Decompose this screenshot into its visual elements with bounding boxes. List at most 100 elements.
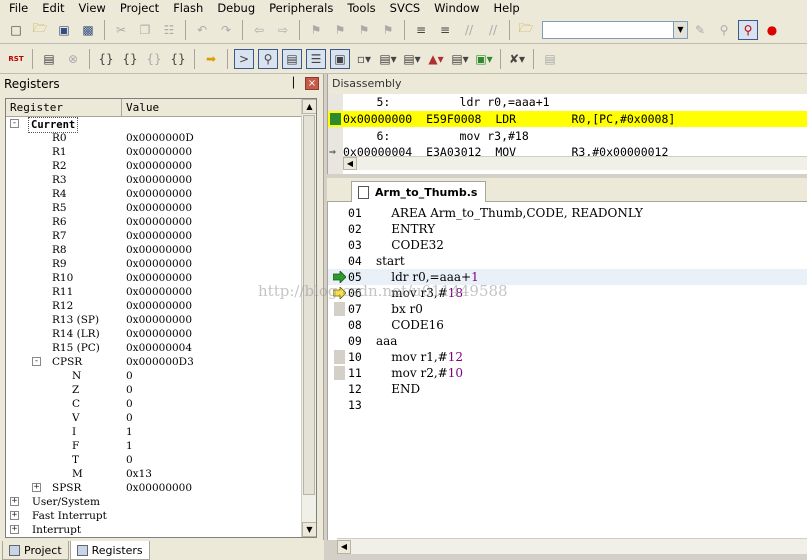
bookmark-prev-icon[interactable]: ⚑ (330, 20, 350, 40)
menu-file[interactable]: File (2, 0, 35, 16)
registers-window-icon[interactable]: ☰ (306, 48, 326, 69)
unindent-icon[interactable]: ≡ (435, 20, 455, 40)
register-value[interactable]: 0 (126, 453, 133, 467)
menu-help[interactable]: Help (487, 0, 527, 16)
register-row[interactable]: R0 0x0000000D (6, 131, 302, 145)
code-line[interactable]: 04 start (328, 253, 807, 269)
menu-edit[interactable]: Edit (35, 0, 71, 16)
column-value[interactable]: Value (122, 99, 159, 116)
register-row[interactable]: - CPSR 0x000000D3 (6, 355, 302, 369)
code-line[interactable]: 10 mov r1,#12 (328, 349, 807, 365)
debug-session-icon[interactable]: ⚲ (738, 19, 758, 40)
register-value[interactable]: 0x00000000 (126, 201, 192, 215)
step-over-icon[interactable]: {} (120, 49, 140, 69)
register-value[interactable]: 0 (126, 411, 133, 425)
register-row[interactable]: C0 (6, 397, 302, 411)
register-value[interactable]: 0x000000D3 (126, 355, 194, 369)
register-row[interactable]: R14 (LR) 0x00000000 (6, 327, 302, 341)
disassembly-line[interactable]: 6: mov r3,#18 (328, 128, 807, 144)
register-value[interactable]: 0x00000000 (126, 257, 192, 271)
scroll-up-icon[interactable]: ▲ (302, 99, 316, 114)
find-in-files-icon[interactable]: 🗁 (516, 20, 536, 40)
code-line[interactable]: 07 bx r0 (328, 301, 807, 317)
tab-project[interactable]: Project (2, 541, 69, 560)
register-value[interactable]: 0 (126, 383, 133, 397)
nav-back-icon[interactable]: ⇦ (249, 20, 269, 40)
menu-svcs[interactable]: SVCS (383, 0, 428, 16)
register-value[interactable]: 0x00000000 (126, 229, 192, 243)
watch-window-icon[interactable]: ▫▾ (354, 49, 374, 69)
register-value[interactable]: 0x00000000 (126, 327, 192, 341)
register-row[interactable]: R5 0x00000000 (6, 201, 302, 215)
register-row[interactable]: R1 0x00000000 (6, 145, 302, 159)
menu-project[interactable]: Project (113, 0, 166, 16)
register-row[interactable]: + SPSR 0x00000000 (6, 481, 302, 495)
open-folder-icon[interactable]: 🗁 (30, 20, 50, 40)
code-line[interactable]: 02 ENTRY (328, 221, 807, 237)
menu-tools[interactable]: Tools (340, 0, 382, 16)
register-row[interactable]: R10 0x00000000 (6, 271, 302, 285)
find-combo[interactable]: ▼ (542, 20, 688, 39)
scroll-left-icon[interactable]: ◀ (337, 540, 351, 554)
code-line[interactable]: 01 AREA Arm_to_Thumb,CODE, READONLY (328, 205, 807, 221)
register-row[interactable]: R13 (SP) 0x00000000 (6, 313, 302, 327)
bookmark-clear-icon[interactable]: ⚑ (378, 20, 398, 40)
code-line[interactable]: 08 CODE16 (328, 317, 807, 333)
register-value[interactable]: 1 (126, 439, 133, 453)
tab-registers[interactable]: Registers (69, 541, 150, 560)
close-icon[interactable]: × (305, 77, 319, 90)
register-value[interactable]: 0x13 (126, 467, 152, 481)
register-value[interactable]: 0x00000000 (126, 187, 192, 201)
disassembly-line-current[interactable]: 0x00000000 E59F0008 LDR R0,[PC,#0x0008] (328, 111, 807, 127)
run-to-cursor-icon[interactable]: {} (168, 49, 188, 69)
expand-icon[interactable]: + (10, 525, 19, 534)
registers-list[interactable]: Register Value - Current R0 0x0000000D R1 0x0… (5, 98, 317, 538)
register-row[interactable]: R7 0x00000000 (6, 229, 302, 243)
register-value[interactable]: 0x00000000 (126, 271, 192, 285)
register-row[interactable]: + User/System (6, 495, 302, 509)
scroll-down-icon[interactable]: ▼ (302, 522, 316, 537)
register-value[interactable]: 0x00000000 (126, 299, 192, 313)
register-value[interactable]: 0x00000000 (126, 313, 192, 327)
menu-flash[interactable]: Flash (166, 0, 210, 16)
disassembly-window-icon[interactable]: ⚲ (258, 48, 278, 69)
register-value[interactable]: 0x00000000 (126, 481, 192, 495)
step-out-icon[interactable]: {} (144, 49, 164, 69)
analysis-window-icon[interactable]: ▲▾ (426, 49, 446, 69)
bookmark-next-icon[interactable]: ⚑ (354, 20, 374, 40)
register-row[interactable]: R12 0x00000000 (6, 299, 302, 313)
register-row[interactable]: - Current (6, 117, 302, 133)
scroll-thumb[interactable] (303, 115, 315, 495)
undo-icon[interactable]: ↶ (192, 20, 212, 40)
register-row[interactable]: R15 (PC) 0x00000004 (6, 341, 302, 355)
pin-icon[interactable]: ⎢ (292, 78, 297, 89)
register-row[interactable]: I1 (6, 425, 302, 439)
code-line[interactable]: 12 END (328, 381, 807, 397)
scroll-left-icon[interactable]: ◀ (343, 157, 357, 170)
register-row[interactable]: R3 0x00000000 (6, 173, 302, 187)
comment-icon[interactable]: // (459, 20, 479, 40)
tab-arm-to-thumb[interactable]: Arm_to_Thumb.s (351, 181, 487, 202)
register-row[interactable]: R6 0x00000000 (6, 215, 302, 229)
menu-peripherals[interactable]: Peripherals (262, 0, 340, 16)
uncomment-icon[interactable]: // (483, 20, 503, 40)
chevron-down-icon[interactable]: ▼ (673, 21, 687, 38)
find-icon[interactable]: ✎ (690, 20, 710, 40)
register-value[interactable]: 0x00000000 (126, 159, 192, 173)
new-file-icon[interactable]: □ (6, 20, 26, 40)
incremental-find-icon[interactable]: ⚲ (714, 20, 734, 40)
breakpoint-icon[interactable]: ● (762, 20, 782, 40)
register-value[interactable]: 0x00000000 (126, 173, 192, 187)
save-all-icon[interactable]: ▩ (78, 20, 98, 40)
register-value[interactable]: 0x00000000 (126, 215, 192, 229)
bookmark-toggle-icon[interactable]: ⚑ (306, 20, 326, 40)
register-row[interactable]: R8 0x00000000 (6, 243, 302, 257)
menu-window[interactable]: Window (427, 0, 486, 16)
menu-debug[interactable]: Debug (210, 0, 262, 16)
register-value[interactable]: 0x00000000 (126, 145, 192, 159)
expand-icon[interactable]: + (10, 511, 19, 520)
register-row[interactable]: R9 0x00000000 (6, 257, 302, 271)
code-line[interactable]: 09 aaa (328, 333, 807, 349)
expand-icon[interactable]: + (32, 483, 41, 492)
disassembly-line[interactable]: ⇒ 0x00000004 E3A03012 MOV R3,#0x00000012 (328, 144, 807, 156)
